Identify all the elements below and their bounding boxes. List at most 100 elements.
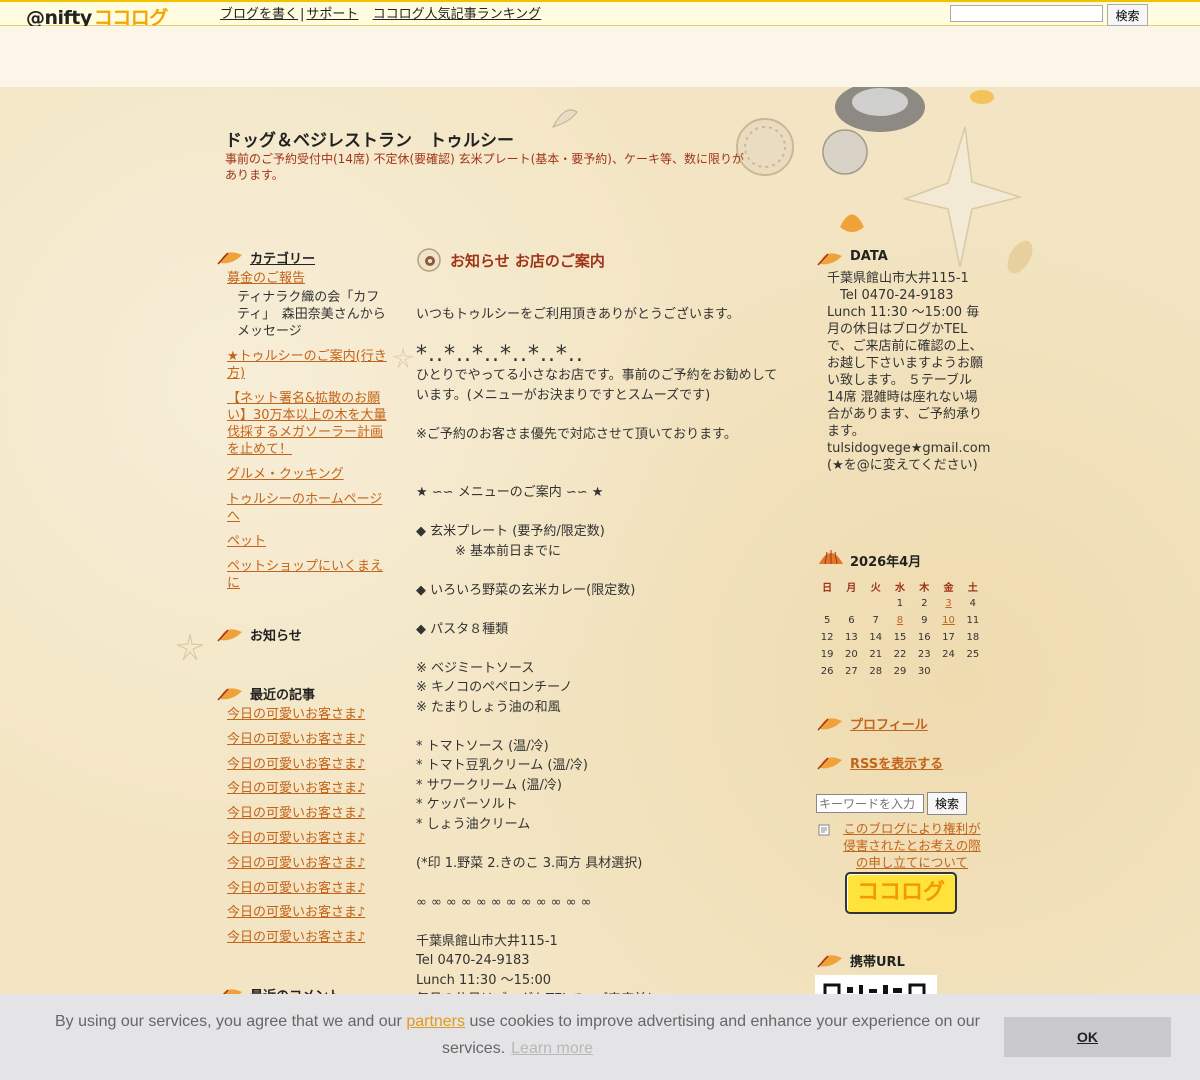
calendar-day: 26 (820, 666, 834, 677)
mobile-url-title: 携帯URL (816, 951, 905, 970)
post-body: いつもトゥルシーをご利用頂きありがとうございます。 *..*..*..*..*.… (416, 305, 786, 1010)
recent-post-link[interactable]: 今日の可愛いお客さま♪ (227, 929, 397, 946)
recent-post-link[interactable]: 今日の可愛いお客さま♪ (227, 780, 397, 797)
keyword-search-input[interactable] (816, 794, 924, 813)
nav-support[interactable]: サポート (306, 7, 358, 22)
learn-more-link[interactable]: Learn more (511, 1040, 593, 1057)
calendar-day: 17 (942, 632, 955, 643)
category-link[interactable]: ペット (227, 533, 387, 550)
calendar-day-link[interactable]: 10 (942, 615, 955, 626)
calendar-day: 12 (820, 632, 834, 643)
starfish-outline-icon (176, 633, 204, 661)
recent-post-link[interactable]: 今日の可愛いお客さま♪ (227, 756, 397, 773)
post-line: * しょう油クリーム (416, 816, 531, 832)
calendar-day-link[interactable]: 3 (945, 598, 951, 609)
calendar-week: 19 20 21 22 23 24 25 (815, 646, 985, 663)
recent-post-link[interactable]: 今日の可愛いお客さま♪ (227, 830, 397, 847)
post-line: * トマトソース (温/冷) (416, 738, 549, 754)
calendar-month: 2026年4月 (850, 555, 922, 570)
rss-link[interactable]: RSSを表示する (850, 757, 943, 772)
calendar-day: 29 (893, 666, 907, 677)
post-line: Tel 0470-24-9183 (416, 953, 530, 968)
calendar-day (839, 595, 863, 612)
calendar-day: 25 (966, 649, 980, 660)
keyword-search-button[interactable]: 検索 (927, 792, 967, 815)
cookie-banner: By using our services, you agree that we… (0, 994, 1200, 1080)
cookie-ok-button[interactable]: OK (1004, 1017, 1171, 1057)
profile-title: プロフィール (816, 714, 928, 733)
shell-heading-icon (817, 718, 842, 731)
post-line (416, 464, 786, 484)
category-title: カテゴリー (216, 248, 315, 267)
post-line (416, 912, 786, 932)
calendar-day: 24 (942, 649, 955, 660)
nav-ranking[interactable]: ココログ人気記事ランキング (373, 7, 542, 22)
notice-title: お知らせ (216, 625, 302, 644)
data-text: 千葉県館山市大井115-1 Tel 0470-24-9183 Lunch 11:… (827, 270, 990, 474)
post-line: Lunch 11:30 〜15:00 (416, 972, 552, 988)
data-email-note: (★を@に変えてください) (827, 458, 978, 473)
calendar-day-link[interactable]: 8 (897, 615, 903, 626)
post-line: 千葉県館山市大井115-1 (416, 933, 558, 949)
post-line: ※ キノコのペペロンチーノ (416, 680, 573, 695)
post-line: ★ ∽∽ メニューのご案内 ∽∽ ★ (416, 485, 604, 500)
rss-title: RSSを表示する (816, 753, 943, 772)
post-line (416, 834, 786, 854)
post-title[interactable]: お知らせ お店のご案内 (416, 248, 605, 272)
category-list: 募金のご報告 ティナラク織の会「カフティ」 森田奈美さんからメッセージ ★トゥル… (227, 270, 387, 600)
calendar-weekday: 木 (919, 583, 930, 594)
recent-post-link[interactable]: 今日の可愛いお客さま♪ (227, 731, 397, 748)
calendar-table: 日月火水木金土 1 2 3 4 5 6 7 8 9 10 11 12 13 14 15 16 17 18 19 20 2… (815, 578, 985, 680)
recent-post-link[interactable]: 今日の可愛いお客さま♪ (227, 706, 397, 723)
shell-heading-icon (817, 757, 842, 770)
notice-title-text: お知らせ (250, 629, 302, 644)
top-search-input[interactable] (950, 5, 1103, 22)
nav-write-blog[interactable]: ブログを書く (220, 7, 298, 22)
calendar-day: 23 (917, 649, 931, 660)
calendar-day: 1 (896, 598, 904, 609)
category-link[interactable]: 募金のご報告 (227, 270, 387, 287)
header-banner-area (0, 26, 1200, 87)
calendar-day: 10 (936, 612, 960, 629)
partners-link[interactable]: partners (406, 1013, 465, 1030)
recent-post-link[interactable]: 今日の可愛いお客さま♪ (227, 805, 397, 822)
post-line (416, 639, 786, 659)
category-note: ティナラク織の会「カフティ」 森田奈美さんからメッセージ (237, 290, 386, 339)
calendar-weekday: 水 (894, 583, 905, 594)
category-link[interactable]: ペットショップにいくまえに (227, 558, 387, 592)
calendar-week: 12 13 14 15 16 17 18 (815, 629, 985, 646)
calendar-day: 27 (845, 666, 858, 677)
category-title-link[interactable]: カテゴリー (250, 252, 315, 267)
shell-heading-icon (217, 252, 242, 265)
cookie-text: By using our services, you agree that we… (40, 1008, 995, 1062)
calendar-week: 5 6 7 8 9 10 11 (815, 612, 985, 629)
profile-link[interactable]: プロフィール (850, 718, 928, 733)
calendar-day: 3 (936, 595, 960, 612)
calendar-day: 5 (823, 615, 831, 626)
calendar-day (936, 663, 960, 680)
category-link[interactable]: 【ネット署名&拡散のお願い】30万本以上の木を大量伐採するメガソーラー計画を止め… (227, 390, 387, 458)
recent-post-link[interactable]: 今日の可愛いお客さま♪ (227, 880, 397, 897)
category-link[interactable]: ★トゥルシーのご案内(行き方) (227, 348, 387, 382)
cocolog-badge[interactable]: ココログ (845, 872, 957, 914)
recent-post-link[interactable]: 今日の可愛いお客さま♪ (227, 904, 397, 921)
post-line: いつもトゥルシーをご利用頂きありがとうございます。 (416, 307, 740, 322)
post-line: ◆ いろいろ野菜の玄米カレー(限定数) (416, 582, 636, 598)
post-line: * サワークリーム (温/冷) (416, 777, 562, 793)
rights-infringement-link[interactable]: このブログにより権利が侵害されたとお考えの際の申し立てについて (838, 820, 986, 871)
top-bar: @nifty ココログ ブログを書く | サポート ココログ人気記事ランキング 検索 (0, 0, 1200, 29)
calendar-day: 13 (845, 632, 858, 643)
blog-title[interactable]: ドッグ＆ベジレストラン トゥルシー (225, 126, 514, 151)
post-line: (*印 1.野菜 2.きのこ 3.両方 具材選択) (416, 855, 643, 871)
shell-heading-icon (817, 955, 842, 968)
recent-post-link[interactable]: 今日の可愛いお客さま♪ (227, 855, 397, 872)
calendar-day: 20 (845, 649, 858, 660)
calendar-day: 2 (921, 598, 928, 609)
calendar-day: 11 (966, 615, 980, 626)
calendar-weekday: 月 (846, 583, 857, 594)
top-search-button[interactable]: 検索 (1107, 4, 1148, 26)
data-title-text: DATA (850, 249, 888, 264)
data-hours: Lunch 11:30 〜15:00 毎月の休日はブログかTELで、ご来店前に確… (827, 305, 984, 439)
category-link[interactable]: グルメ・クッキング (227, 466, 387, 483)
category-link[interactable]: トゥルシーのホームページへ (227, 491, 387, 525)
